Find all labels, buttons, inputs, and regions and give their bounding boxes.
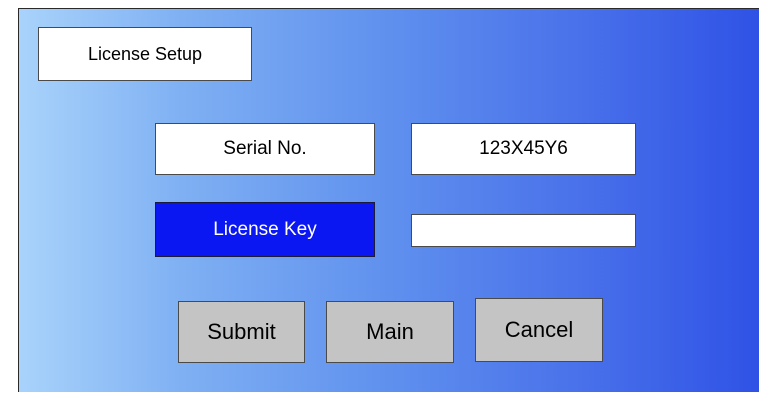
serial-number-value: 123X45Y6 bbox=[411, 123, 636, 175]
page-title: License Setup bbox=[38, 27, 252, 81]
license-key-input[interactable] bbox=[411, 214, 636, 247]
license-setup-screen: License Setup Serial No. 123X45Y6 Licens… bbox=[18, 8, 759, 392]
submit-button[interactable]: Submit bbox=[178, 301, 305, 363]
main-button[interactable]: Main bbox=[326, 301, 454, 363]
cancel-button[interactable]: Cancel bbox=[475, 298, 603, 362]
license-key-label: License Key bbox=[155, 202, 375, 257]
serial-number-label: Serial No. bbox=[155, 123, 375, 175]
